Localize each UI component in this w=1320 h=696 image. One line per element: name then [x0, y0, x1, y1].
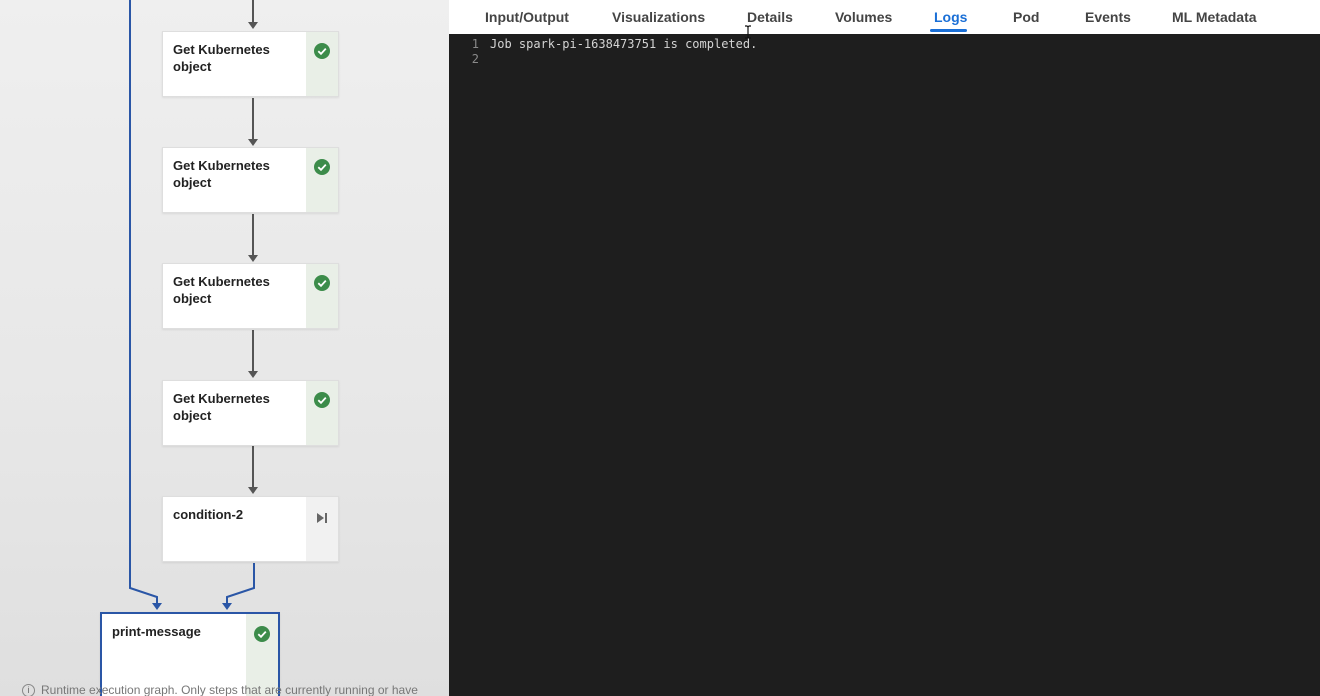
- success-check-icon: [314, 43, 330, 59]
- tab-events[interactable]: Events: [1085, 9, 1131, 25]
- tab-logs[interactable]: Logs: [934, 9, 967, 25]
- tab-details[interactable]: Details: [747, 9, 793, 25]
- graph-node-get-k8s-object-4[interactable]: Get Kubernetes object: [162, 380, 339, 446]
- node-label: print-message: [112, 624, 201, 639]
- success-check-icon: [254, 626, 270, 642]
- exit-edge-left: [129, 0, 158, 604]
- graph-edges: [129, 0, 258, 610]
- node-label: Get Kubernetes object: [173, 274, 270, 306]
- log-viewer[interactable]: 1 Job spark-pi-1638473751 is completed. …: [449, 34, 1320, 696]
- info-icon: i: [22, 684, 35, 696]
- edge-arrow: [248, 22, 258, 29]
- exit-arrow-left: [152, 603, 162, 610]
- tab-pod[interactable]: Pod: [1013, 9, 1039, 25]
- log-line: 1 Job spark-pi-1638473751 is completed.: [449, 36, 1320, 52]
- skipped-icon: [317, 513, 327, 523]
- success-check-icon: [314, 392, 330, 408]
- node-label: condition-2: [173, 507, 244, 522]
- log-line: 2: [449, 51, 1320, 67]
- node-label: Get Kubernetes object: [173, 391, 270, 423]
- details-tab-bar: Input/Output Visualizations Details Volu…: [449, 0, 1320, 34]
- node-status-strip: [306, 497, 338, 561]
- success-check-icon: [314, 275, 330, 291]
- line-number: 2: [471, 52, 479, 66]
- graph-footer-note: i Runtime execution graph. Only steps tha…: [22, 683, 449, 696]
- graph-footer-text: Runtime execution graph. Only steps that…: [41, 683, 418, 696]
- tab-input-output[interactable]: Input/Output: [485, 9, 569, 25]
- runtime-graph-panel[interactable]: Get Kubernetes object Get Kubernetes obj…: [0, 0, 449, 696]
- tab-visualizations[interactable]: Visualizations: [612, 9, 705, 25]
- edge-arrow: [248, 371, 258, 378]
- text-cursor-icon: [745, 25, 751, 39]
- node-status-strip: [306, 148, 338, 212]
- exit-edge-right: [226, 563, 255, 604]
- node-status-strip: [306, 32, 338, 96]
- node-status-strip: [306, 264, 338, 328]
- node-label: Get Kubernetes object: [173, 158, 270, 190]
- edge-arrow: [248, 487, 258, 494]
- exit-arrow-right: [222, 603, 232, 610]
- tab-volumes[interactable]: Volumes: [835, 9, 892, 25]
- node-label: Get Kubernetes object: [173, 42, 270, 74]
- graph-node-get-k8s-object-2[interactable]: Get Kubernetes object: [162, 147, 339, 213]
- line-number: 1: [471, 37, 479, 51]
- log-text: Job spark-pi-1638473751 is completed.: [490, 37, 758, 51]
- graph-node-get-k8s-object-3[interactable]: Get Kubernetes object: [162, 263, 339, 329]
- graph-node-condition-2[interactable]: condition-2: [162, 496, 339, 562]
- graph-node-get-k8s-object-1[interactable]: Get Kubernetes object: [162, 31, 339, 97]
- tab-ml-metadata[interactable]: ML Metadata: [1172, 9, 1257, 25]
- node-status-strip: [306, 381, 338, 445]
- edge-arrow: [248, 139, 258, 146]
- success-check-icon: [314, 159, 330, 175]
- active-tab-indicator: [930, 29, 967, 32]
- edge-arrow: [248, 255, 258, 262]
